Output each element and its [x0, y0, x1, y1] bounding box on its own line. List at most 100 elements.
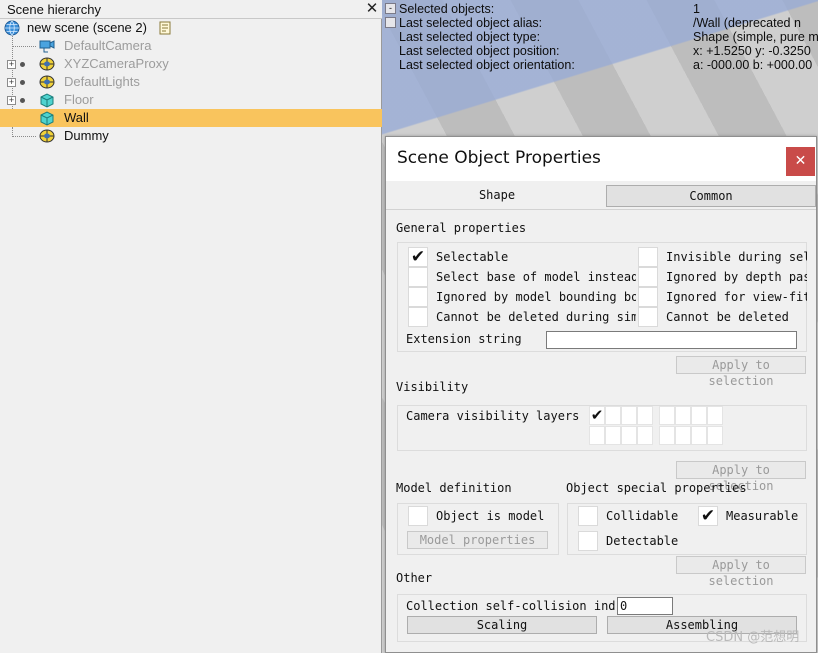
- layer-1-checkbox[interactable]: ✔: [589, 406, 605, 425]
- tree-item-root[interactable]: new scene (scene 2): [0, 19, 382, 37]
- model-definition-heading: Model definition: [396, 481, 512, 495]
- layer-5-checkbox[interactable]: [659, 406, 675, 425]
- general-properties-group: ✔ Selectable Select base of model instea…: [397, 242, 807, 352]
- camera-visibility-layers-label: Camera visibility layers: [406, 409, 580, 423]
- info-label: Last selected object orientation:: [399, 58, 575, 72]
- ignored-by-depth-pass-checkbox[interactable]: [638, 267, 658, 287]
- camera-icon: [39, 40, 55, 53]
- info-value: 1: [693, 2, 700, 16]
- layer-15-checkbox[interactable]: [691, 426, 707, 445]
- cannot-be-deleted-label: Cannot be deleted: [666, 310, 789, 324]
- tab-common[interactable]: Common: [606, 185, 816, 207]
- scene-hierarchy-header: Scene hierarchy ✕: [0, 0, 382, 19]
- tree-item-label: DefaultCamera: [64, 38, 152, 53]
- selectable-checkbox[interactable]: ✔: [408, 247, 428, 267]
- detectable-checkbox[interactable]: [578, 531, 598, 551]
- layer-6-checkbox[interactable]: [675, 406, 691, 425]
- script-icon[interactable]: [157, 20, 173, 36]
- layer-12-checkbox[interactable]: [637, 426, 653, 445]
- scaling-button[interactable]: Scaling: [407, 616, 597, 634]
- dialog-close-button[interactable]: ✕: [786, 147, 815, 176]
- collidable-checkbox[interactable]: [578, 506, 598, 526]
- tab-divider: [386, 209, 816, 210]
- extension-string-input[interactable]: [546, 331, 797, 349]
- tree-item-label: new scene (scene 2): [27, 20, 147, 35]
- invisible-during-selection-checkbox[interactable]: [638, 247, 658, 267]
- layer-11-checkbox[interactable]: [621, 426, 637, 445]
- visibility-group: Camera visibility layers ✔: [397, 405, 807, 451]
- collection-self-collision-label: Collection self-collision ind: [406, 599, 616, 613]
- layer-14-checkbox[interactable]: [675, 426, 691, 445]
- tree-item-wall[interactable]: Wall: [0, 109, 382, 127]
- close-icon[interactable]: ✕: [364, 1, 380, 17]
- scene-hierarchy-panel: Scene hierarchy ✕ new scene (scene 2) De…: [0, 0, 382, 653]
- object-special-properties-group: Collidable ✔ Measurable Detectable: [567, 503, 807, 555]
- layer-4-checkbox[interactable]: [637, 406, 653, 425]
- object-is-model-label: Object is model: [436, 509, 545, 523]
- info-row: Last selected object type: Shape (simple…: [382, 30, 818, 44]
- measurable-checkbox[interactable]: ✔: [698, 506, 718, 526]
- layer-3-checkbox[interactable]: [621, 406, 637, 425]
- layer-7-checkbox[interactable]: [691, 406, 707, 425]
- expand-icon[interactable]: +: [7, 60, 16, 69]
- info-label: Last selected object alias:: [399, 16, 543, 30]
- cannot-be-deleted-checkbox[interactable]: [638, 307, 658, 327]
- model-properties-button[interactable]: Model properties: [407, 531, 548, 549]
- info-row: Last selected object position: x: +1.525…: [382, 44, 818, 58]
- tree-item-label: XYZCameraProxy: [64, 56, 169, 71]
- globe-icon: [4, 20, 20, 36]
- cannot-be-deleted-during-sim-checkbox[interactable]: [408, 307, 428, 327]
- dummy-icon: [39, 75, 55, 89]
- visibility-heading: Visibility: [396, 380, 469, 394]
- info-value: a: -000.00 b: +000.00: [693, 58, 813, 72]
- apply-general-button[interactable]: Apply to selection: [676, 356, 806, 388]
- measurable-label: Measurable: [726, 509, 799, 523]
- tree-item-floor[interactable]: + Floor: [0, 91, 382, 109]
- layer-2-checkbox[interactable]: [605, 406, 621, 425]
- info-row: Last selected object orientation: a: -00…: [382, 58, 818, 72]
- layer-9-checkbox[interactable]: [589, 426, 605, 445]
- info-row: Selected objects: 1: [382, 2, 818, 16]
- info-value: x: +1.5250 y: -0.3250: [693, 44, 811, 58]
- tree-item-dummy[interactable]: Dummy: [0, 127, 382, 145]
- object-is-model-checkbox[interactable]: [408, 506, 428, 526]
- ignored-by-model-bounding-checkbox[interactable]: [408, 287, 428, 307]
- layer-13-checkbox[interactable]: [659, 426, 675, 445]
- extension-string-label: Extension string: [406, 332, 522, 346]
- selectable-label: Selectable: [436, 250, 509, 264]
- apply-special-button[interactable]: Apply to selection: [676, 556, 806, 588]
- apply-visibility-button[interactable]: Apply to selection: [676, 461, 806, 493]
- info-value: /Wall (deprecated n: [693, 16, 801, 30]
- cannot-be-deleted-during-sim-label: Cannot be deleted during simu: [436, 310, 636, 324]
- tree-item-defaultlights[interactable]: + DefaultLights: [0, 73, 382, 91]
- info-label: Selected objects:: [399, 2, 495, 16]
- info-row: Last selected object alias: /Wall (depre…: [382, 16, 818, 30]
- other-heading: Other: [396, 571, 433, 585]
- info-label: Last selected object position:: [399, 44, 560, 58]
- dummy-icon: [39, 129, 55, 143]
- ignored-for-view-fit-checkbox[interactable]: [638, 287, 658, 307]
- collection-self-collision-input[interactable]: 0: [617, 597, 673, 615]
- layer-16-checkbox[interactable]: [707, 426, 723, 445]
- expand-icon[interactable]: +: [7, 96, 16, 105]
- general-properties-heading: General properties: [396, 221, 527, 235]
- detectable-label: Detectable: [606, 534, 679, 548]
- dialog-titlebar[interactable]: Scene Object Properties ✕: [386, 137, 816, 181]
- layer-10-checkbox[interactable]: [605, 426, 621, 445]
- ignored-for-view-fit-label: Ignored for view-fit: [666, 290, 807, 304]
- dummy-icon: [39, 57, 55, 71]
- expand-icon[interactable]: +: [7, 78, 16, 87]
- ignored-by-model-bounding-label: Ignored by model bounding bo: [436, 290, 636, 304]
- info-value: Shape (simple, pure m: [693, 30, 818, 44]
- tree-item-defaultcamera[interactable]: DefaultCamera: [0, 37, 382, 55]
- tab-shape[interactable]: Shape: [386, 185, 608, 207]
- visibility-layer-grid: ✔: [589, 406, 809, 450]
- invisible-during-selection-label: Invisible during sel: [666, 250, 807, 264]
- select-base-of-model-checkbox[interactable]: [408, 267, 428, 287]
- shape-icon: [40, 93, 54, 108]
- select-base-of-model-label: Select base of model instead: [436, 270, 636, 284]
- layer-8-checkbox[interactable]: [707, 406, 723, 425]
- tree-item-xyzcameraproxy[interactable]: + XYZCameraProxy: [0, 55, 382, 73]
- shape-icon: [40, 111, 54, 126]
- tree-item-label: Floor: [64, 92, 94, 107]
